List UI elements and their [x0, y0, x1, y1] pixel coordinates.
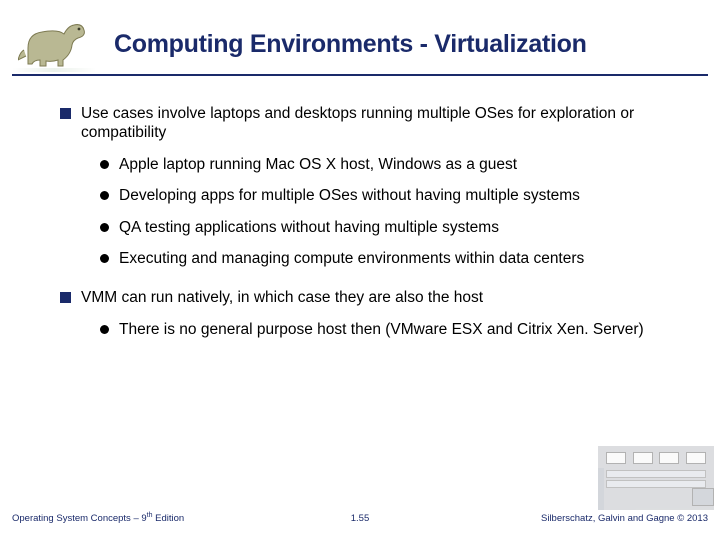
- bullet-text: Use cases involve laptops and desktops r…: [81, 104, 680, 143]
- square-bullet-icon: [60, 108, 71, 119]
- vmm-diagram-icon: [598, 446, 714, 510]
- footer-copyright: Silberschatz, Galvin and Gagne © 2013: [541, 513, 708, 524]
- dot-bullet-icon: [100, 254, 109, 263]
- dot-bullet-icon: [100, 325, 109, 334]
- bullet-text: Executing and managing compute environme…: [119, 249, 584, 268]
- page-title: Computing Environments - Virtualization: [114, 30, 587, 59]
- dot-bullet-icon: [100, 160, 109, 169]
- sub-bullet-item: Apple laptop running Mac OS X host, Wind…: [100, 155, 680, 174]
- dot-bullet-icon: [100, 223, 109, 232]
- header: Computing Environments - Virtualization: [0, 0, 720, 82]
- footer-book-title-b: Edition: [153, 513, 185, 524]
- slide: Computing Environments - Virtualization …: [0, 0, 720, 540]
- sub-bullet-item: Developing apps for multiple OSes withou…: [100, 186, 680, 205]
- content-body: Use cases involve laptops and desktops r…: [60, 104, 680, 341]
- sub-bullet-item: There is no general purpose host then (V…: [100, 320, 680, 339]
- bullet-text: QA testing applications without having m…: [119, 218, 499, 237]
- sub-bullet-item: QA testing applications without having m…: [100, 218, 680, 237]
- bullet-item: Use cases involve laptops and desktops r…: [60, 104, 680, 143]
- footer-book-title-a: Operating System Concepts – 9: [12, 513, 147, 524]
- dinosaur-icon: [12, 14, 96, 74]
- bullet-text: Apple laptop running Mac OS X host, Wind…: [119, 155, 517, 174]
- bullet-item: VMM can run natively, in which case they…: [60, 288, 680, 307]
- footer: Operating System Concepts – 9th Edition …: [12, 504, 708, 532]
- title-divider: [12, 74, 708, 76]
- bullet-text: There is no general purpose host then (V…: [119, 320, 644, 339]
- footer-left: Operating System Concepts – 9th Edition: [12, 512, 184, 524]
- sub-bullet-item: Executing and managing compute environme…: [100, 249, 680, 268]
- bullet-text: VMM can run natively, in which case they…: [81, 288, 483, 307]
- bullet-text: Developing apps for multiple OSes withou…: [119, 186, 580, 205]
- footer-page-number: 1.55: [351, 513, 370, 524]
- square-bullet-icon: [60, 292, 71, 303]
- dot-bullet-icon: [100, 191, 109, 200]
